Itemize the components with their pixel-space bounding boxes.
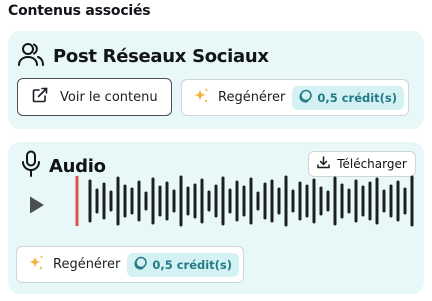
audio-regenerate-button[interactable]: Regénérer 0,5 crédit(s) — [16, 246, 244, 283]
audio-credit-badge: 0,5 crédit(s) — [127, 252, 240, 277]
external-link-icon — [32, 87, 48, 107]
view-content-button[interactable]: Voir le contenu — [17, 78, 172, 116]
audio-content-card: Audio Télécharger Regénérer 0,5 crédit(s… — [8, 142, 424, 294]
microphone-icon — [21, 150, 41, 182]
view-content-label: Voir le contenu — [60, 89, 158, 105]
post-content-card: Post Réseaux Sociaux Voir le contenu Reg… — [8, 31, 424, 129]
post-regenerate-label: Regénérer — [218, 90, 286, 105]
play-icon[interactable] — [28, 195, 46, 219]
download-icon — [317, 156, 337, 172]
post-regenerate-button[interactable]: Regénérer 0,5 crédit(s) — [181, 79, 409, 116]
section-title: Contenus associés — [8, 3, 151, 19]
credits-icon — [133, 256, 152, 273]
post-credit-label: 0,5 crédit(s) — [317, 90, 398, 105]
audio-waveform[interactable] — [68, 174, 416, 228]
sparkles-icon — [192, 87, 210, 109]
post-card-header: Post Réseaux Sociaux — [17, 41, 269, 71]
credits-icon — [298, 89, 317, 106]
sparkles-icon — [27, 254, 45, 276]
download-label: Télécharger — [337, 157, 407, 171]
post-card-title: Post Réseaux Sociaux — [53, 45, 269, 67]
audio-credit-label: 0,5 crédit(s) — [152, 257, 233, 272]
post-credit-badge: 0,5 crédit(s) — [292, 85, 405, 110]
audio-regenerate-label: Regénérer — [53, 257, 121, 272]
users-icon — [17, 41, 45, 71]
